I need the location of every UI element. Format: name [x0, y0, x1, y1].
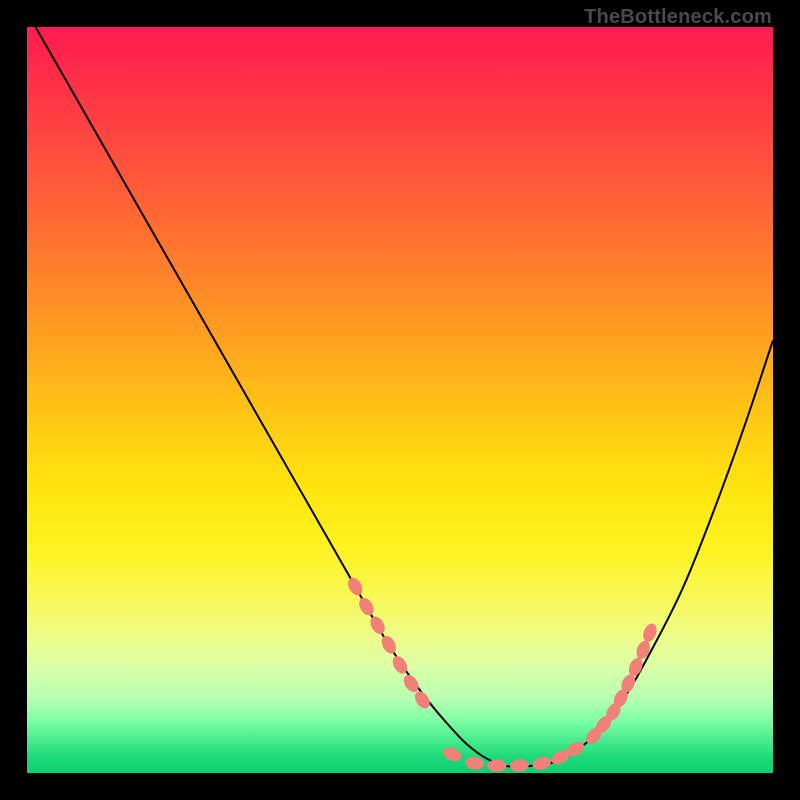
curve-path: [27, 27, 773, 767]
plot-area: [27, 27, 773, 773]
curve-marker: [634, 639, 652, 661]
attribution-label: TheBottleneck.com: [584, 6, 772, 29]
curve-marker: [345, 575, 365, 598]
curve-marker: [368, 614, 388, 637]
chart-frame: TheBottleneck.com: [0, 0, 800, 800]
curve-marker: [465, 756, 485, 770]
curve-markers: [345, 575, 659, 772]
chart-svg: [27, 27, 773, 773]
curve-marker: [441, 745, 463, 764]
curve-marker: [356, 595, 376, 618]
bottleneck-curve-line: [27, 27, 773, 767]
curve-marker: [379, 633, 399, 656]
curve-marker: [509, 758, 529, 772]
curve-marker: [531, 755, 553, 773]
curve-marker: [487, 759, 506, 771]
